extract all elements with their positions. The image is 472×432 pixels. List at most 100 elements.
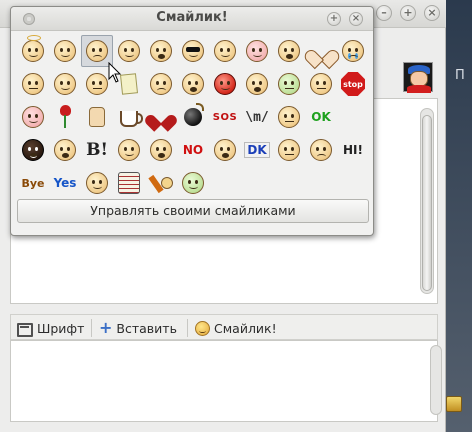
popup-close-button[interactable]: × [349,12,363,26]
insert-button-label: Вставить [116,320,177,336]
toolbar-divider [187,319,188,337]
confused-icon [22,73,44,95]
smiley-yes[interactable]: Yes [49,167,81,199]
plus-icon: + [99,318,113,337]
smiley-kiss[interactable] [241,68,273,100]
rock-text: \m/ [245,109,269,125]
smiley-confused[interactable] [17,68,49,100]
smiley-bye[interactable]: Bye [17,167,49,199]
smiley-nerd[interactable] [17,101,49,133]
smiley-thumbs-up[interactable] [81,101,113,133]
close-button[interactable]: × [424,5,440,21]
neutral-icon [86,73,108,95]
smiley-thinking[interactable] [145,68,177,100]
tray-icon[interactable] [446,396,462,412]
dark-face-icon [22,139,44,161]
smiley-button[interactable]: Смайлик! [195,319,277,337]
smiley-wink[interactable] [209,35,241,67]
tongue-icon [150,40,172,62]
smiley-rock[interactable]: \m/ [241,101,273,133]
smiley-list[interactable] [113,167,145,199]
grin-icon [118,40,140,62]
smiley-ok[interactable]: OK [305,101,337,133]
smiley-laugh[interactable] [177,68,209,100]
smiley-blush[interactable] [241,35,273,67]
maximize-button[interactable]: + [400,5,416,21]
shocked-icon [278,40,300,62]
popup-maximize-button[interactable]: + [327,12,341,26]
smiley-stop[interactable]: stop [337,68,369,100]
smiley-popup-title: Смайлик! [156,10,228,25]
contact-avatar [403,62,433,93]
message-input[interactable] [10,340,438,422]
insert-button[interactable]: + Вставить [99,319,177,337]
smiley-sos[interactable]: SOS [209,101,241,133]
laugh-icon [182,73,204,95]
smiley-drunk[interactable] [145,167,177,199]
smiley-sick-bubble[interactable] [177,167,209,199]
smiley-b[interactable]: B! [81,134,113,166]
hi-text: HI! [343,143,363,157]
yes-text: Yes [53,176,77,190]
smiley-dk[interactable]: DK [241,134,273,166]
b-text: B! [86,140,108,160]
smiley-p[interactable] [145,134,177,166]
smiley-devil[interactable] [209,68,241,100]
smiley-angel[interactable] [17,35,49,67]
smiley-happy[interactable] [49,68,81,100]
devil-icon [214,73,236,95]
side-window-label: П [455,68,465,83]
sos-text: SOS [212,111,238,123]
bubble-face-icon [182,172,204,194]
font-button[interactable]: Шрифт [17,319,84,337]
smiley-crazy[interactable] [209,134,241,166]
toolbar-divider [91,319,92,337]
smiley-wave[interactable] [113,134,145,166]
manage-smileys-button[interactable]: Управлять своими смайликами [17,199,369,223]
smiley-exclaim[interactable] [81,167,113,199]
format-toolbar: Шрифт + Вставить Смайлик! [10,314,438,340]
sad-icon [86,40,108,62]
sick-icon [278,73,300,95]
p-face-icon [150,139,172,161]
smiley-bomb[interactable] [177,101,209,133]
silent-icon [310,73,332,95]
smiley-coffee[interactable] [113,101,145,133]
smiley-shock[interactable] [273,35,305,67]
smiley-no[interactable]: NO [177,134,209,166]
smiley-sick[interactable] [273,68,305,100]
no-text: NO [182,143,204,157]
smiley-pensive[interactable] [273,101,305,133]
wave-icon [118,139,140,161]
smiley-cool[interactable] [177,35,209,67]
smiley-worried[interactable] [305,134,337,166]
smiley-dark[interactable] [17,134,49,166]
nerd-icon [22,106,44,128]
minimize-button[interactable]: – [376,5,392,21]
smiley-surprised[interactable] [49,134,81,166]
font-button-label: Шрифт [37,320,85,336]
smiley-heart[interactable] [145,101,177,133]
smiley-love[interactable] [305,35,337,67]
smiley-horns[interactable] [273,134,305,166]
ok-text: OK [311,110,331,124]
happy-icon [54,73,76,95]
scrollbar-thumb[interactable] [422,115,432,291]
wink-icon [214,40,236,62]
blush-icon [246,40,268,62]
mouse-cursor-icon [108,62,122,83]
pensive-icon [278,106,300,128]
thinking-icon [150,73,172,95]
smiley-silent[interactable] [305,68,337,100]
sunglasses-icon [182,40,204,62]
smiley-smile[interactable] [49,35,81,67]
crying-icon [342,40,364,62]
chat-scrollbar[interactable] [420,108,434,294]
side-scrollbar[interactable] [430,345,442,415]
smiley-tongue[interactable] [145,35,177,67]
smiley-rose[interactable] [49,101,81,133]
stop-sign-icon: stop [341,72,365,96]
smiley-hi[interactable]: HI! [337,134,369,166]
smiley-grid: stop SOS \m/ OK B! NO DK HI! Bye Yes [15,35,371,199]
smiley-cry[interactable] [337,35,369,67]
